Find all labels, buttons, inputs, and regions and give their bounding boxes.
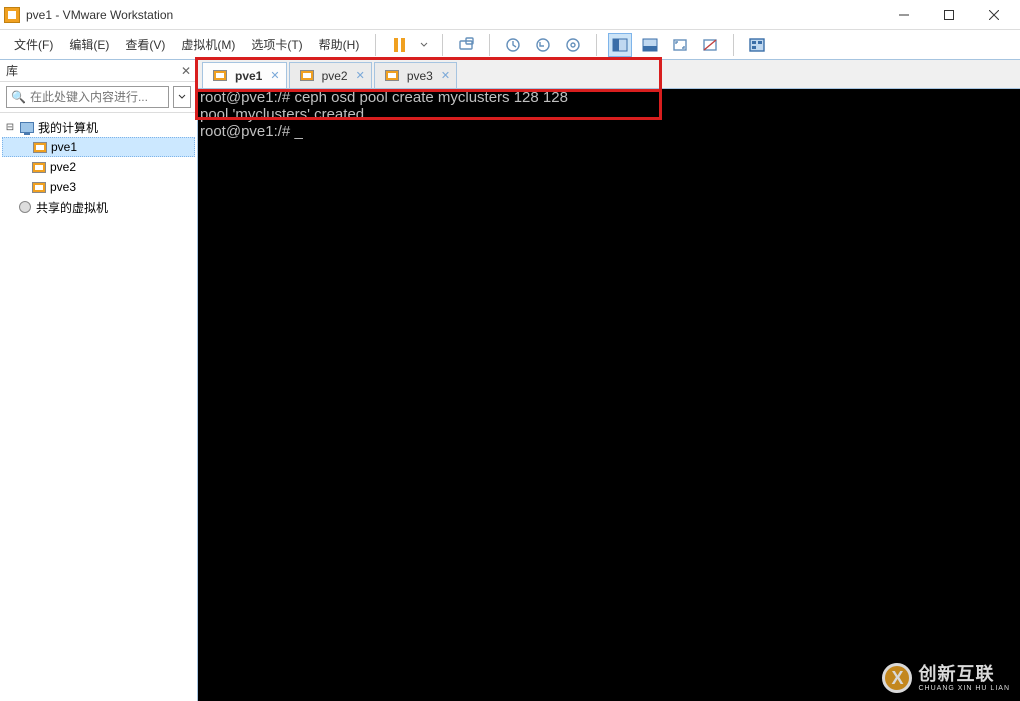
- separator: [596, 34, 597, 56]
- vm-content: pve1 ✕ pve2 ✕ pve3 ✕ root@pve1:/# ceph o…: [198, 60, 1020, 701]
- watermark-text: 创新互联 CHUANG XIN HU LIAN: [918, 665, 1010, 692]
- library-header: 库 ✕: [0, 60, 197, 82]
- chevron-down-icon: [178, 93, 186, 101]
- watermark: 创新互联 CHUANG XIN HU LIAN: [882, 663, 1010, 693]
- view-mode2-button[interactable]: [638, 33, 662, 57]
- tree-label: pve3: [50, 180, 76, 194]
- tree-label: 共享的虚拟机: [36, 199, 108, 216]
- vm-icon: [32, 139, 48, 155]
- close-button[interactable]: [971, 0, 1016, 30]
- tree-item-pve1[interactable]: pve1: [2, 137, 195, 157]
- menu-edit[interactable]: 编辑(E): [63, 32, 115, 57]
- maximize-icon: [944, 10, 954, 20]
- watermark-logo-icon: [882, 663, 912, 693]
- separator: [489, 34, 490, 56]
- tree-label: pve1: [51, 140, 77, 154]
- revert-button[interactable]: [531, 33, 555, 57]
- minimize-icon: [899, 10, 909, 20]
- snapshot-icon: [505, 37, 521, 53]
- fit-window-icon: [642, 37, 658, 53]
- window-title: pve1 - VMware Workstation: [26, 8, 881, 22]
- menu-file[interactable]: 文件(F): [8, 32, 59, 57]
- unity-icon: [702, 37, 718, 53]
- minimize-button[interactable]: [881, 0, 926, 30]
- annotation-highlight: [195, 57, 662, 120]
- close-icon: [989, 10, 999, 20]
- view-mode1-button[interactable]: [608, 33, 632, 57]
- thumbnail-icon: [749, 37, 765, 53]
- search-icon: 🔍: [11, 90, 26, 104]
- shared-icon: [17, 199, 33, 215]
- vm-icon: [31, 159, 47, 175]
- window-controls: [881, 0, 1016, 30]
- unity-button[interactable]: [698, 33, 722, 57]
- pause-icon: [394, 38, 405, 52]
- chevron-down-icon: [420, 41, 428, 49]
- fullscreen-icon: [672, 37, 688, 53]
- thumbnail-button[interactable]: [745, 33, 769, 57]
- search-box[interactable]: 🔍: [6, 86, 169, 108]
- watermark-cn: 创新互联: [918, 665, 1010, 683]
- app-icon: [4, 7, 20, 23]
- library-sidebar: 库 ✕ 🔍 ⊟ 我的计算机 pve1 pve2: [0, 60, 198, 701]
- menu-tabs[interactable]: 选项卡(T): [245, 32, 308, 57]
- revert-icon: [535, 37, 551, 53]
- maximize-button[interactable]: [926, 0, 971, 30]
- collapse-icon[interactable]: ⊟: [4, 122, 16, 133]
- main-area: 库 ✕ 🔍 ⊟ 我的计算机 pve1 pve2: [0, 60, 1020, 701]
- tree-item-shared[interactable]: 共享的虚拟机: [2, 197, 195, 217]
- tree-label: pve2: [50, 160, 76, 174]
- snapshot-manager-icon: [565, 37, 581, 53]
- search-dropdown[interactable]: [173, 86, 191, 108]
- menu-help[interactable]: 帮助(H): [313, 32, 366, 57]
- pause-button[interactable]: [387, 33, 411, 57]
- tree-root-mycomputer[interactable]: ⊟ 我的计算机: [2, 117, 195, 137]
- search-input[interactable]: [30, 90, 164, 104]
- library-tree: ⊟ 我的计算机 pve1 pve2 pve3 共享的虚拟机: [0, 112, 197, 701]
- vm-icon: [31, 179, 47, 195]
- menu-view[interactable]: 查看(V): [119, 32, 171, 57]
- send-keys-icon: [458, 37, 474, 53]
- watermark-en: CHUANG XIN HU LIAN: [918, 685, 1010, 692]
- fullscreen-button[interactable]: [668, 33, 692, 57]
- library-search-row: 🔍: [0, 82, 197, 112]
- titlebar: pve1 - VMware Workstation: [0, 0, 1020, 30]
- menu-vm[interactable]: 虚拟机(M): [175, 32, 241, 57]
- library-title: 库: [6, 62, 181, 79]
- separator: [442, 34, 443, 56]
- fit-guest-icon: [612, 37, 628, 53]
- tree-item-pve3[interactable]: pve3: [2, 177, 195, 197]
- separator: [733, 34, 734, 56]
- send-cad-button[interactable]: [454, 33, 478, 57]
- menubar: 文件(F) 编辑(E) 查看(V) 虚拟机(M) 选项卡(T) 帮助(H): [0, 30, 1020, 60]
- library-close-button[interactable]: ✕: [181, 64, 191, 78]
- terminal-line: root@pve1:/# _: [200, 123, 303, 140]
- computer-icon: [19, 119, 35, 135]
- manage-snapshots-button[interactable]: [561, 33, 585, 57]
- pause-dropdown[interactable]: [417, 33, 431, 57]
- tree-item-pve2[interactable]: pve2: [2, 157, 195, 177]
- snapshot-button[interactable]: [501, 33, 525, 57]
- separator: [375, 34, 376, 56]
- tree-label: 我的计算机: [38, 119, 98, 136]
